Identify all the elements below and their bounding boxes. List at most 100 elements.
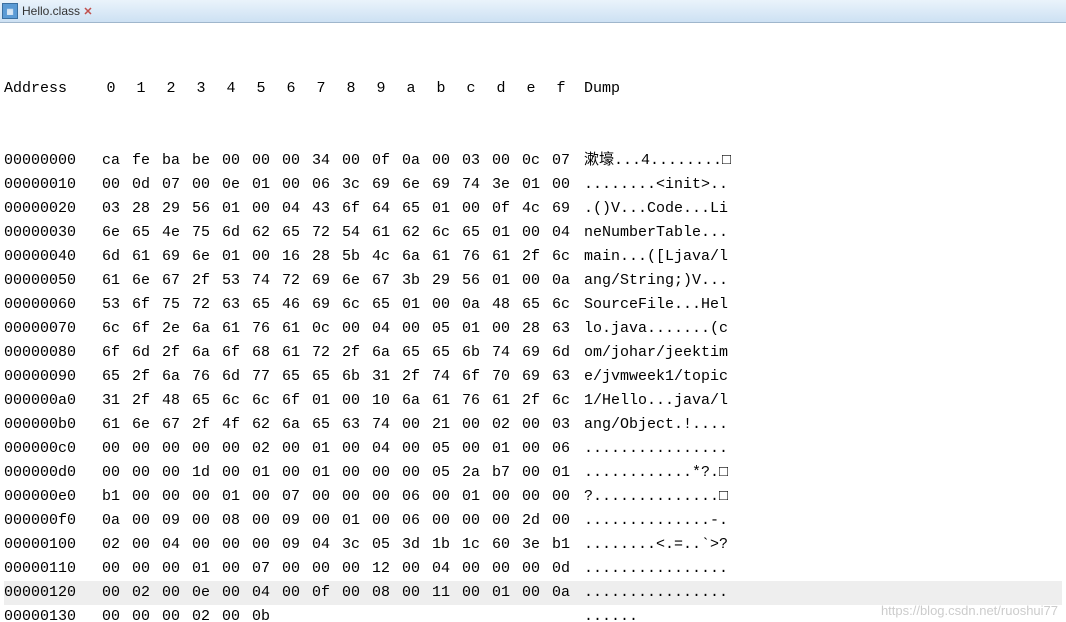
byte[interactable]: 6d [546, 341, 576, 365]
byte[interactable]: 6c [96, 317, 126, 341]
byte[interactable]: 69 [516, 341, 546, 365]
byte[interactable]: 0d [126, 173, 156, 197]
byte[interactable]: 01 [336, 509, 366, 533]
byte[interactable]: 75 [156, 293, 186, 317]
byte[interactable]: 00 [516, 413, 546, 437]
byte[interactable]: 00 [216, 605, 246, 622]
byte[interactable]: 2a [456, 461, 486, 485]
byte[interactable]: 0f [306, 581, 336, 605]
byte[interactable]: 00 [396, 581, 426, 605]
byte[interactable]: 05 [366, 533, 396, 557]
byte[interactable]: 6f [126, 293, 156, 317]
byte[interactable]: 02 [486, 413, 516, 437]
byte[interactable]: 70 [486, 365, 516, 389]
byte[interactable]: 12 [366, 557, 396, 581]
byte[interactable]: 00 [246, 245, 276, 269]
byte[interactable]: 2f [126, 389, 156, 413]
byte[interactable]: 01 [546, 461, 576, 485]
byte[interactable]: 28 [126, 197, 156, 221]
hex-row[interactable]: 0000002003282956010004436f646501000f4c69… [4, 197, 1062, 221]
byte[interactable]: 01 [426, 197, 456, 221]
hex-row[interactable]: 00000050616e672f537472696e673b295601000a… [4, 269, 1062, 293]
byte[interactable]: 69 [546, 197, 576, 221]
byte[interactable]: 3b [396, 269, 426, 293]
byte[interactable]: 04 [306, 533, 336, 557]
byte[interactable]: 00 [546, 173, 576, 197]
byte[interactable]: 01 [516, 173, 546, 197]
byte[interactable]: 21 [426, 413, 456, 437]
byte[interactable]: 62 [246, 413, 276, 437]
byte[interactable]: 65 [276, 221, 306, 245]
hex-row[interactable]: 000000f00a000900080009000100060000002d00… [4, 509, 1062, 533]
byte[interactable]: b7 [486, 461, 516, 485]
byte[interactable]: 6e [126, 269, 156, 293]
byte[interactable]: 01 [216, 485, 246, 509]
byte[interactable]: 00 [96, 557, 126, 581]
byte[interactable]: 4c [516, 197, 546, 221]
close-icon[interactable]: ✕ [82, 5, 94, 17]
byte[interactable]: 00 [216, 437, 246, 461]
byte[interactable]: 65 [456, 221, 486, 245]
byte[interactable]: 00 [186, 485, 216, 509]
byte[interactable]: 01 [486, 437, 516, 461]
byte[interactable]: 53 [96, 293, 126, 317]
byte[interactable]: 06 [396, 509, 426, 533]
byte[interactable]: 2f [156, 341, 186, 365]
byte[interactable]: 03 [456, 149, 486, 173]
byte[interactable]: 00 [516, 221, 546, 245]
byte[interactable]: 00 [216, 149, 246, 173]
byte[interactable]: 01 [486, 581, 516, 605]
byte[interactable]: 00 [456, 437, 486, 461]
byte[interactable]: 75 [186, 221, 216, 245]
byte[interactable]: 28 [306, 245, 336, 269]
byte[interactable]: 63 [546, 365, 576, 389]
byte[interactable]: 6e [186, 245, 216, 269]
byte[interactable]: 00 [336, 461, 366, 485]
byte[interactable]: 65 [396, 341, 426, 365]
byte[interactable]: 3d [396, 533, 426, 557]
byte[interactable]: 00 [156, 437, 186, 461]
byte[interactable]: 3e [486, 173, 516, 197]
byte[interactable]: 00 [486, 509, 516, 533]
hex-row[interactable]: 000000b0616e672f4f626a656374002100020003… [4, 413, 1062, 437]
byte[interactable]: 00 [126, 605, 156, 622]
hex-row[interactable]: 0000010002000400000009043c053d1b1c603eb1… [4, 533, 1062, 557]
byte[interactable]: 00 [246, 485, 276, 509]
byte[interactable]: 69 [366, 173, 396, 197]
byte[interactable]: 6c [246, 389, 276, 413]
byte[interactable]: b1 [96, 485, 126, 509]
byte[interactable]: 2d [516, 509, 546, 533]
byte[interactable]: 65 [96, 365, 126, 389]
byte[interactable]: 65 [366, 293, 396, 317]
byte[interactable]: 00 [216, 581, 246, 605]
byte[interactable]: 01 [306, 437, 336, 461]
byte[interactable]: 11 [426, 581, 456, 605]
byte[interactable]: 00 [456, 509, 486, 533]
byte[interactable]: 00 [96, 461, 126, 485]
byte[interactable]: 63 [546, 317, 576, 341]
byte[interactable]: 5b [336, 245, 366, 269]
byte[interactable]: 6a [156, 365, 186, 389]
byte[interactable]: 00 [96, 173, 126, 197]
byte[interactable]: 04 [366, 317, 396, 341]
byte[interactable]: 09 [276, 533, 306, 557]
byte[interactable]: 00 [456, 197, 486, 221]
byte[interactable]: 6e [336, 269, 366, 293]
byte[interactable]: 1d [186, 461, 216, 485]
byte[interactable]: 00 [126, 437, 156, 461]
byte[interactable]: 76 [456, 245, 486, 269]
byte[interactable]: 0e [186, 581, 216, 605]
byte[interactable]: 29 [156, 197, 186, 221]
hex-row[interactable]: 00000010000d07000e0100063c696e69743e0100… [4, 173, 1062, 197]
byte[interactable]: 00 [396, 413, 426, 437]
byte[interactable]: 54 [336, 221, 366, 245]
byte[interactable]: 61 [216, 317, 246, 341]
byte[interactable]: 00 [336, 389, 366, 413]
byte[interactable]: 65 [306, 413, 336, 437]
byte[interactable]: 6d [96, 245, 126, 269]
byte[interactable]: 72 [186, 293, 216, 317]
byte[interactable]: 6c [546, 389, 576, 413]
byte[interactable]: 61 [126, 245, 156, 269]
hex-row[interactable]: 000000406d61696e010016285b4c6a6176612f6c… [4, 245, 1062, 269]
byte[interactable]: 00 [336, 581, 366, 605]
